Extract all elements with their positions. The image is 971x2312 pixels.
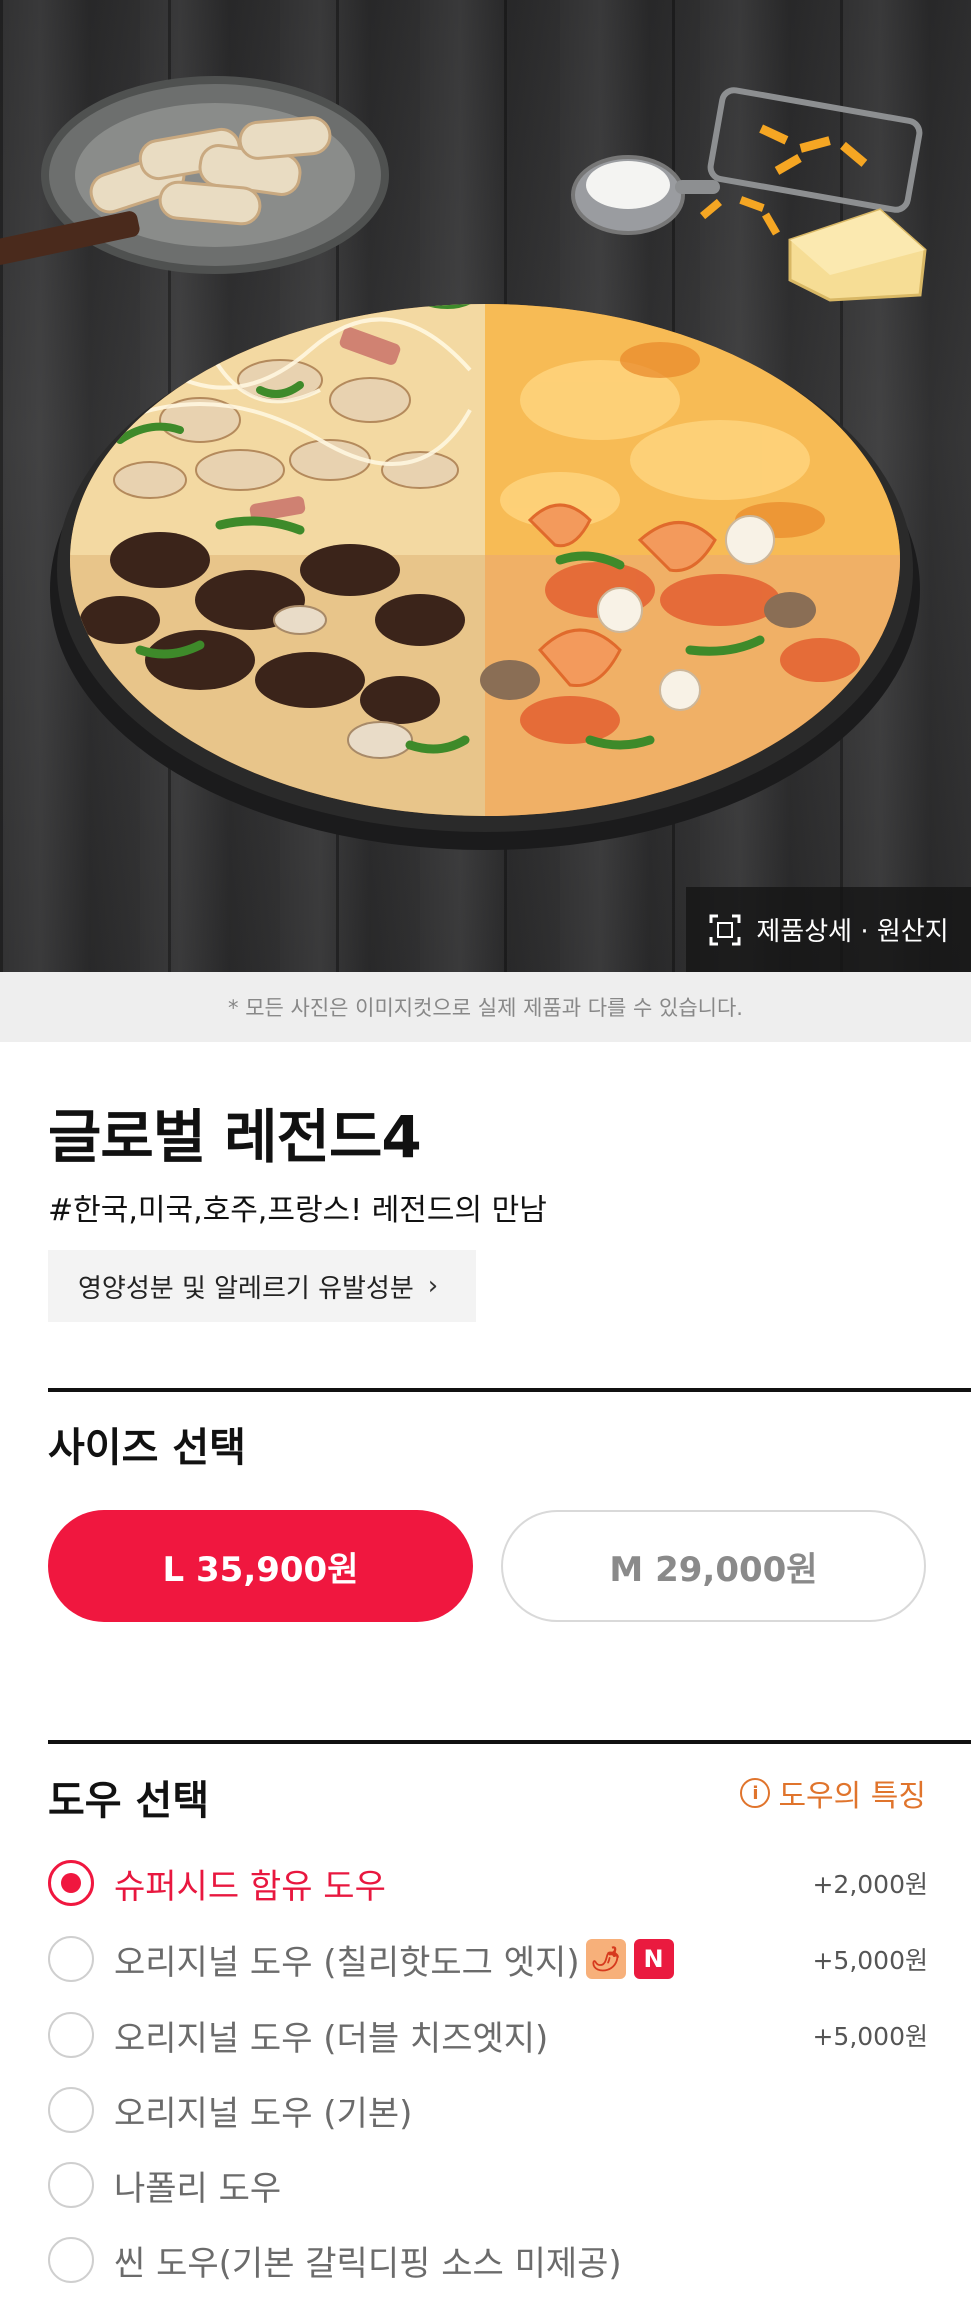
- dough-option-label: 오리지널 도우 (기본): [114, 2093, 413, 2134]
- dough-option[interactable]: 오리지널 도우 (기본): [48, 2080, 928, 2140]
- dough-option[interactable]: 슈퍼시드 함유 도우 +2,000원: [48, 1853, 928, 1913]
- chevron-right-icon: ›: [427, 1271, 439, 1301]
- radio-button-selected[interactable]: [48, 1860, 94, 1906]
- dough-features-link[interactable]: i 도우의 특징: [740, 1771, 926, 1815]
- product-hero-image: 제품상세 · 원산지: [0, 0, 971, 972]
- dough-option[interactable]: 씬 도우(기본 갈릭디핑 소스 미제공): [48, 2230, 928, 2290]
- section-divider: [48, 1740, 971, 1744]
- pizza-illustration: [0, 76, 927, 850]
- dough-option-label: 씬 도우(기본 갈릭디핑 소스 미제공): [114, 2243, 622, 2284]
- dough-option-label: 오리지널 도우 (더블 치즈엣지): [114, 2018, 549, 2059]
- product-title: 글로벌 레전드4: [48, 1103, 422, 1171]
- dough-option[interactable]: 오리지널 도우 (더블 치즈엣지) +5,000원: [48, 2005, 928, 2065]
- section-divider: [48, 1388, 971, 1392]
- dough-option-label: 오리지널 도우 (칠리핫도그 엣지): [114, 1942, 580, 1983]
- size-option-medium[interactable]: M 29,000원: [501, 1510, 926, 1622]
- expand-icon: [709, 914, 741, 945]
- dough-option-label: 나폴리 도우: [114, 2168, 282, 2209]
- dough-section-title: 도우 선택: [48, 1778, 210, 1824]
- radio-button[interactable]: [48, 1936, 94, 1982]
- chili-icon: 🌶: [585, 1939, 626, 1979]
- radio-button[interactable]: [48, 2012, 94, 2058]
- radio-button[interactable]: [48, 2087, 94, 2133]
- dough-option[interactable]: 나폴리 도우: [48, 2155, 928, 2215]
- image-disclaimer: * 모든 사진은 이미지컷으로 실제 제품과 다를 수 있습니다.: [0, 972, 971, 1042]
- dough-option[interactable]: 오리지널 도우 (칠리핫도그 엣지) 🌶 N +5,000원: [48, 1929, 928, 1989]
- product-hashtag: #한국,미국,호주,프랑스! 레전드의 만남: [48, 1193, 547, 1228]
- product-detail-origin-label: 제품상세 · 원산지: [756, 917, 949, 947]
- dough-option-price: +5,000원: [812, 1946, 928, 1975]
- radio-button[interactable]: [48, 2237, 94, 2283]
- nutrition-allergy-label: 영양성분 및 알레르기 유발성분: [78, 1273, 414, 1304]
- radio-button[interactable]: [48, 2162, 94, 2208]
- new-badge: N: [633, 1939, 674, 1979]
- dough-option-price: +5,000원: [812, 2022, 928, 2051]
- info-icon: i: [740, 1778, 771, 1808]
- size-option-large[interactable]: L 35,900원: [48, 1510, 473, 1622]
- dough-features-label: 도우의 특징: [778, 1779, 926, 1814]
- nutrition-allergy-button[interactable]: 영양성분 및 알레르기 유발성분 ›: [48, 1250, 476, 1322]
- size-section-title: 사이즈 선택: [48, 1425, 246, 1471]
- dough-option-price: +2,000원: [812, 1870, 928, 1899]
- dough-option-label: 슈퍼시드 함유 도우: [114, 1866, 386, 1907]
- product-detail-origin-button[interactable]: 제품상세 · 원산지: [686, 887, 971, 972]
